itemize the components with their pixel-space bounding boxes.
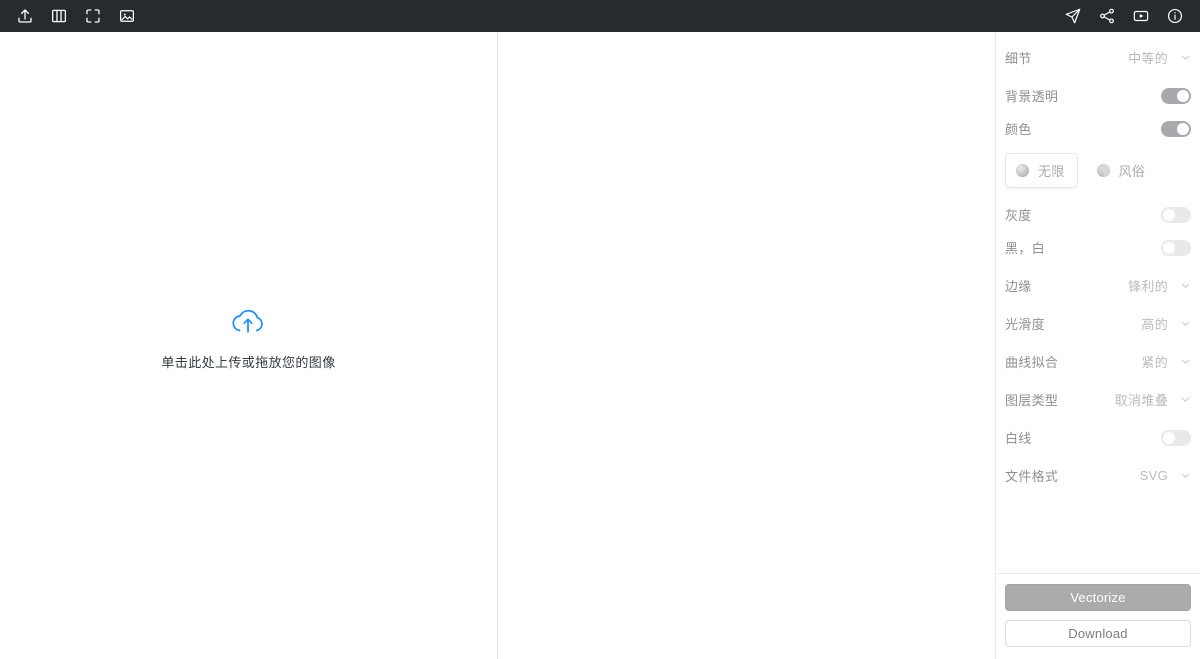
setting-row-edges[interactable]: 边缘 锋利的: [1005, 269, 1191, 302]
video-icon: [1133, 10, 1149, 22]
setting-control-detail[interactable]: 中等的: [1128, 48, 1191, 67]
setting-row-detail[interactable]: 细节 中等的: [1005, 41, 1191, 74]
toggle-knob: [1163, 208, 1175, 221]
setting-row-white-lines[interactable]: 白线: [1005, 421, 1191, 454]
setting-row-color[interactable]: 颜色: [1005, 112, 1191, 145]
app-root: 单击此处上传或拖放您的图像 细节 中等的 背景透明 颜色 无限 风俗 灰度 黑，…: [0, 0, 1200, 659]
mode-selector: 无限 风俗: [1005, 153, 1191, 188]
setting-row-file-format[interactable]: 文件格式 SVG: [1005, 459, 1191, 492]
share-icon-button[interactable]: [1090, 1, 1124, 31]
mode-label-unlimited: 无限: [1038, 164, 1065, 179]
toggle-grayscale[interactable]: [1161, 206, 1191, 223]
settings-list: 细节 中等的 背景透明 颜色 无限 风俗 灰度 黑，白 边缘 锋利的 光滑度 高…: [996, 32, 1200, 573]
chevron-down-icon: [1181, 359, 1190, 364]
chevron-down-icon: [1181, 473, 1190, 478]
info-icon: [1167, 8, 1183, 24]
toggle-knob: [1163, 431, 1175, 444]
setting-row-smoothness[interactable]: 光滑度 高的: [1005, 307, 1191, 340]
toggle-transparent-bg[interactable]: [1161, 87, 1191, 104]
workspace: 单击此处上传或拖放您的图像 细节 中等的 背景透明 颜色 无限 风俗 灰度 黑，…: [0, 32, 1200, 659]
setting-value-curve-fit: 紧的: [1141, 355, 1168, 370]
setting-control-layer-type[interactable]: 取消堆叠: [1115, 390, 1191, 409]
chevron-down-icon: [1181, 321, 1190, 326]
setting-label-color: 颜色: [1005, 122, 1032, 137]
setting-row-transparent-bg[interactable]: 背景透明: [1005, 79, 1191, 112]
image-icon: [120, 10, 134, 22]
share-icon: [1100, 8, 1114, 24]
setting-label-layer-type: 图层类型: [1005, 393, 1059, 408]
setting-value-edges: 锋利的: [1128, 279, 1168, 294]
info-icon-button[interactable]: [1158, 1, 1192, 31]
chevron-down-icon: [1181, 283, 1190, 288]
mode-label-custom: 风俗: [1118, 164, 1146, 179]
setting-control-file-format[interactable]: SVG: [1140, 468, 1191, 483]
cloud-upload-icon: [228, 305, 268, 342]
send-icon: [1065, 8, 1081, 24]
toggle-knob: [1163, 241, 1175, 254]
setting-label-file-format: 文件格式: [1005, 469, 1059, 484]
setting-control-curve-fit[interactable]: 紧的: [1141, 352, 1191, 371]
setting-control-edges[interactable]: 锋利的: [1128, 276, 1191, 295]
mode-option-unlimited[interactable]: 无限: [1005, 153, 1078, 188]
toggle-knob: [1177, 89, 1189, 102]
setting-value-smoothness: 高的: [1141, 317, 1168, 332]
setting-label-white-lines: 白线: [1005, 431, 1032, 446]
toggle-color[interactable]: [1161, 120, 1191, 137]
upload-prompt: 单击此处上传或拖放您的图像: [161, 305, 335, 371]
chevron-down-icon: [1181, 397, 1190, 402]
send-icon-button[interactable]: [1056, 1, 1090, 31]
settings-panel: 细节 中等的 背景透明 颜色 无限 风俗 灰度 黑，白 边缘 锋利的 光滑度 高…: [996, 32, 1200, 659]
setting-control-smoothness[interactable]: 高的: [1141, 314, 1191, 333]
upload-icon-button[interactable]: [8, 1, 42, 31]
fullscreen-icon-button[interactable]: [76, 1, 110, 31]
setting-row-black-white[interactable]: 黑，白: [1005, 231, 1191, 264]
setting-row-grayscale[interactable]: 灰度: [1005, 198, 1191, 231]
setting-row-curve-fit[interactable]: 曲线拟合 紧的: [1005, 345, 1191, 378]
setting-label-black-white: 黑，白: [1005, 241, 1045, 256]
sphere-icon: [1096, 163, 1110, 178]
panel-footer: Vectorize Download: [996, 573, 1200, 659]
setting-label-grayscale: 灰度: [1005, 208, 1032, 223]
image-icon-button[interactable]: [110, 1, 144, 31]
toolbar-left-group: [8, 1, 144, 31]
toggle-black-white[interactable]: [1161, 239, 1191, 256]
video-icon-button[interactable]: [1124, 1, 1158, 31]
upload-icon: [18, 9, 32, 23]
top-toolbar: [0, 0, 1200, 32]
mode-option-custom[interactable]: 风俗: [1086, 153, 1159, 188]
download-button[interactable]: Download: [1005, 620, 1191, 647]
setting-label-transparent-bg: 背景透明: [1005, 89, 1059, 104]
setting-label-smoothness: 光滑度: [1005, 317, 1045, 332]
setting-row-layer-type[interactable]: 图层类型 取消堆叠: [1005, 383, 1191, 416]
toggle-white-lines[interactable]: [1161, 429, 1191, 446]
setting-value-file-format: SVG: [1139, 468, 1168, 483]
fullscreen-icon: [86, 9, 100, 23]
setting-label-edges: 边缘: [1005, 279, 1032, 294]
toggle-knob: [1177, 122, 1189, 135]
sphere-icon: [1015, 163, 1030, 178]
setting-label-detail: 细节: [1005, 51, 1032, 66]
upload-instruction-text: 单击此处上传或拖放您的图像: [161, 354, 336, 370]
toolbar-right-group: [1056, 1, 1192, 31]
upload-dropzone[interactable]: 单击此处上传或拖放您的图像: [0, 32, 498, 659]
chevron-down-icon: [1181, 55, 1190, 60]
vectorize-button[interactable]: Vectorize: [1005, 584, 1191, 611]
setting-label-curve-fit: 曲线拟合: [1005, 355, 1059, 370]
split-view-icon: [51, 9, 67, 23]
split-view-icon-button[interactable]: [42, 1, 76, 31]
setting-value-layer-type: 取消堆叠: [1114, 393, 1168, 408]
setting-value-detail: 中等的: [1128, 51, 1168, 66]
result-canvas[interactable]: [498, 32, 996, 659]
